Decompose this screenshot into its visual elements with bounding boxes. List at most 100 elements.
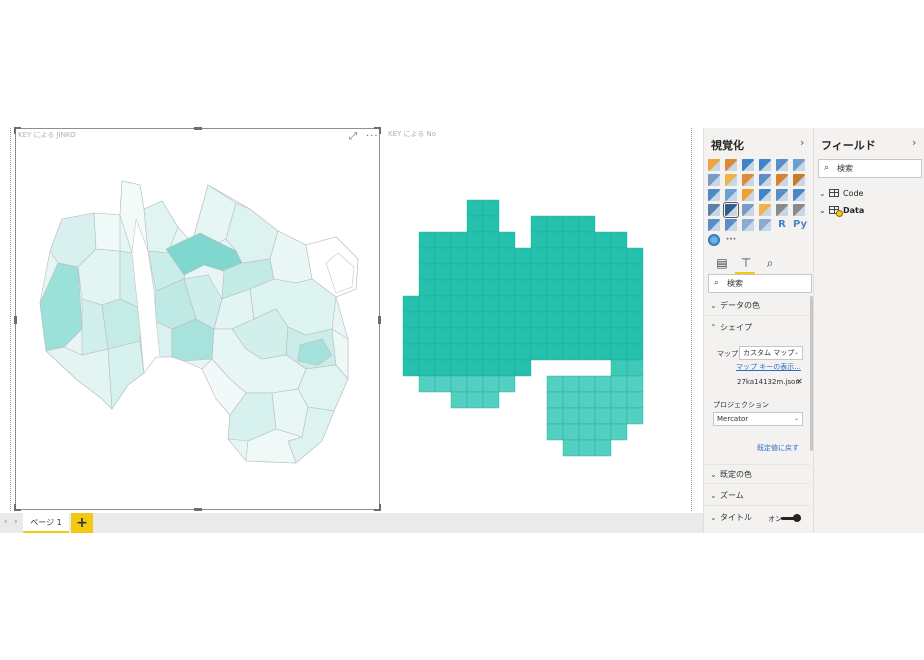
- focus-mode-icon[interactable]: ⤢: [349, 131, 357, 142]
- map-tile[interactable]: [626, 375, 644, 393]
- map-tile[interactable]: [546, 327, 564, 345]
- donut-visual-icon[interactable]: [759, 189, 771, 201]
- scatter-visual-icon[interactable]: [725, 189, 737, 201]
- map-tile[interactable]: [450, 263, 468, 281]
- map-tile[interactable]: [466, 359, 484, 377]
- analytics-magnifier-icon[interactable]: ⌕: [762, 255, 778, 271]
- clustered-column-visual-icon[interactable]: [759, 159, 771, 171]
- map-tile[interactable]: [562, 263, 580, 281]
- map-tile[interactable]: [482, 199, 500, 217]
- map-tile[interactable]: [530, 231, 548, 249]
- multirow-card-visual-icon[interactable]: [793, 204, 805, 216]
- r-visual-visual-icon[interactable]: R: [776, 219, 788, 231]
- map-tile[interactable]: [530, 279, 548, 297]
- map-tile[interactable]: [546, 295, 564, 313]
- map-tile[interactable]: [418, 295, 436, 313]
- map-tile[interactable]: [498, 247, 516, 265]
- map-tile[interactable]: [610, 231, 628, 249]
- map-tile[interactable]: [578, 295, 596, 313]
- reset-to-default-link[interactable]: 既定値に戻す: [757, 443, 799, 453]
- ribbon-visual-icon[interactable]: [793, 174, 805, 186]
- map-tile[interactable]: [530, 215, 548, 233]
- add-page-button[interactable]: +: [71, 513, 93, 533]
- map-tile[interactable]: [482, 311, 500, 329]
- map-tile[interactable]: [546, 231, 564, 249]
- map-tile[interactable]: [514, 295, 532, 313]
- view-map-keys-link[interactable]: マップ キーの表示...: [736, 362, 801, 372]
- field-table-data[interactable]: ⌄ Data: [819, 204, 864, 218]
- waterfall-visual-icon[interactable]: [708, 189, 720, 201]
- map-tile[interactable]: [482, 231, 500, 249]
- map-tile[interactable]: [578, 375, 596, 393]
- projection-dropdown[interactable]: Mercator ⌄: [713, 412, 803, 426]
- map-tile[interactable]: [578, 263, 596, 281]
- map-tile[interactable]: [610, 375, 628, 393]
- line-clustered-visual-icon[interactable]: [776, 174, 788, 186]
- resize-handle-left[interactable]: [14, 316, 17, 324]
- stacked-column-visual-icon[interactable]: [725, 159, 737, 171]
- map-tile[interactable]: [466, 199, 484, 217]
- map-tile[interactable]: [626, 311, 644, 329]
- 100-column-visual-icon[interactable]: [793, 159, 805, 171]
- map-tile[interactable]: [626, 359, 644, 377]
- map-tile[interactable]: [594, 407, 612, 425]
- map-tile[interactable]: [418, 247, 436, 265]
- map-tile[interactable]: [610, 247, 628, 265]
- table-visual-icon[interactable]: [742, 219, 754, 231]
- map-tile[interactable]: [546, 407, 564, 425]
- map-tile[interactable]: [578, 279, 596, 297]
- map-tile[interactable]: [562, 391, 580, 409]
- remove-file-icon[interactable]: ✕: [796, 377, 803, 386]
- map-tile[interactable]: [402, 359, 420, 377]
- map-tile[interactable]: [466, 343, 484, 361]
- map-tile[interactable]: [482, 279, 500, 297]
- matrix-visual-icon[interactable]: [759, 219, 771, 231]
- map-tile[interactable]: [418, 231, 436, 249]
- map-tile[interactable]: [450, 279, 468, 297]
- field-table-code[interactable]: ⌄ Code: [819, 187, 863, 201]
- map-tile[interactable]: [450, 343, 468, 361]
- map-tile[interactable]: [546, 279, 564, 297]
- map-tile[interactable]: [466, 263, 484, 281]
- map-tile[interactable]: [610, 343, 628, 361]
- map-tile[interactable]: [594, 391, 612, 409]
- slicer-visual-icon[interactable]: [725, 219, 737, 231]
- map-tile[interactable]: [466, 247, 484, 265]
- map-tile[interactable]: [466, 327, 484, 345]
- section-shape[interactable]: ⌃ シェイプ: [704, 318, 810, 338]
- map-tile[interactable]: [434, 231, 452, 249]
- map-tile[interactable]: [434, 375, 452, 393]
- map-tile[interactable]: [594, 279, 612, 297]
- map-tile[interactable]: [434, 311, 452, 329]
- map-tile[interactable]: [594, 311, 612, 329]
- map-tile[interactable]: [450, 295, 468, 313]
- section-data-colors[interactable]: ⌄ データの色: [704, 296, 810, 316]
- fields-search-input[interactable]: ⌕ 検索: [818, 159, 922, 178]
- map-tile[interactable]: [610, 391, 628, 409]
- map-tile[interactable]: [498, 279, 516, 297]
- map-tile[interactable]: [514, 327, 532, 345]
- map-tile[interactable]: [610, 295, 628, 313]
- section-zoom[interactable]: ⌄ ズーム: [704, 486, 810, 506]
- map-tile[interactable]: [562, 231, 580, 249]
- prev-page-arrow-icon[interactable]: ‹: [4, 517, 8, 527]
- card-visual-icon[interactable]: [776, 204, 788, 216]
- map-tile[interactable]: [434, 343, 452, 361]
- map-tile[interactable]: [610, 423, 628, 441]
- map-tile[interactable]: [402, 311, 420, 329]
- resize-handle-top[interactable]: [194, 127, 202, 130]
- collapse-fields-chevron-icon[interactable]: ›: [912, 136, 916, 149]
- map-tile[interactable]: [562, 375, 580, 393]
- title-toggle-switch[interactable]: [781, 514, 801, 522]
- funnel-visual-icon[interactable]: [742, 204, 754, 216]
- map-tile[interactable]: [514, 343, 532, 361]
- map-tile[interactable]: [466, 215, 484, 233]
- map-tile[interactable]: [514, 263, 532, 281]
- map-tile[interactable]: [594, 423, 612, 441]
- format-search-input[interactable]: ⌕ 検索: [708, 274, 812, 293]
- map-tile[interactable]: [610, 263, 628, 281]
- map-tile[interactable]: [562, 343, 580, 361]
- map-tile[interactable]: [418, 327, 436, 345]
- more-visual-icon[interactable]: ···: [725, 234, 737, 246]
- line-column-visual-icon[interactable]: [759, 174, 771, 186]
